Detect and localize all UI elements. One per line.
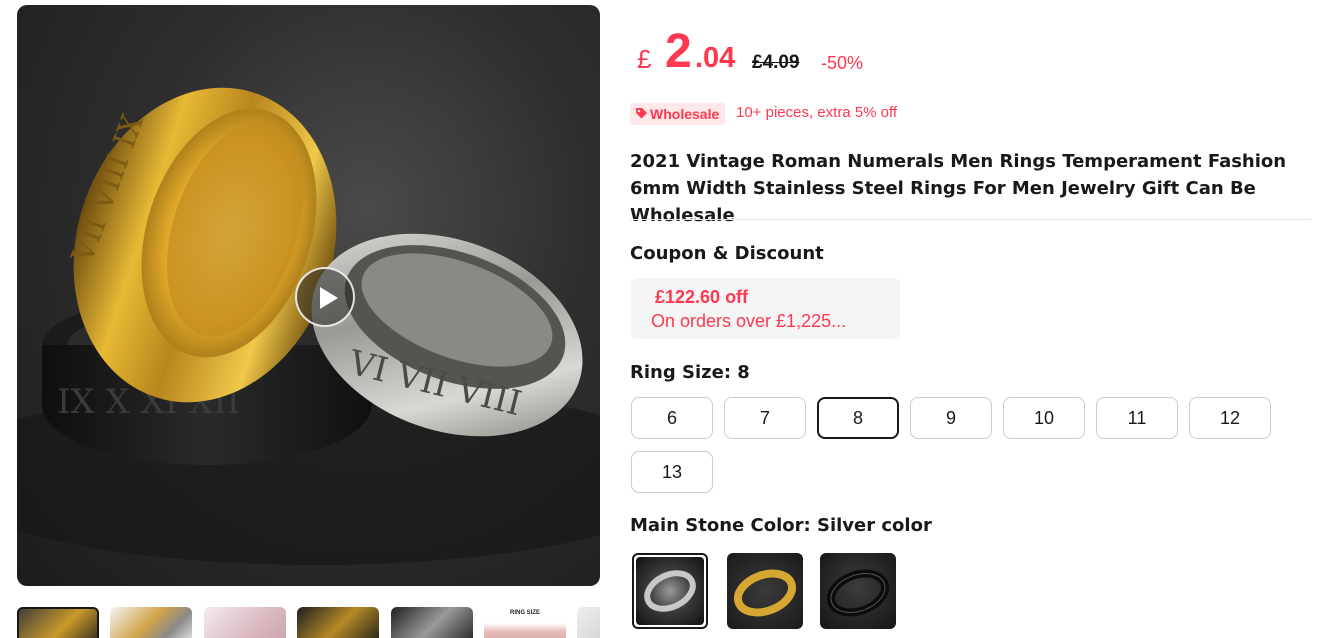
thumbnail-6[interactable]: RING SIZE: [484, 607, 566, 638]
thumbnail-caption: RING SIZE: [509, 610, 540, 616]
color-swatch-black[interactable]: [820, 553, 896, 629]
wholesale-badge-label: Wholesale: [650, 106, 720, 122]
main-product-image[interactable]: IX X XI XII VII VIII IX VI VII VIII: [17, 5, 600, 586]
thumbnail-1[interactable]: [17, 607, 99, 638]
size-option-13[interactable]: 13: [631, 451, 713, 493]
color-swatch-gold[interactable]: [727, 553, 803, 629]
product-title: 2021 Vintage Roman Numerals Men Rings Te…: [630, 151, 1287, 226]
thumbnail-5[interactable]: [391, 607, 473, 638]
original-price: £4.09: [752, 52, 800, 73]
gold-ring-swatch-image: [727, 553, 803, 629]
size-option-11[interactable]: 11: [1096, 397, 1178, 439]
thumbnail-4[interactable]: [297, 607, 379, 638]
discount-percentage: -50%: [821, 53, 864, 73]
size-option-6[interactable]: 6: [631, 397, 713, 439]
size-option-9[interactable]: 9: [910, 397, 992, 439]
size-option-12[interactable]: 12: [1189, 397, 1271, 439]
stone-color-heading: Main Stone Color: Silver color: [630, 515, 932, 536]
coupon-amount: £122.60 off: [655, 287, 749, 307]
play-icon: [320, 287, 338, 309]
coupon-condition: On orders over £1,225...: [651, 311, 847, 331]
size-option-10[interactable]: 10: [1003, 397, 1085, 439]
play-video-button[interactable]: [295, 267, 355, 327]
color-swatch-silver[interactable]: [632, 553, 708, 629]
thumbnail-2[interactable]: [110, 607, 192, 638]
wholesale-offer-text: 10+ pieces, extra 5% off: [736, 104, 898, 121]
divider: [630, 219, 1311, 220]
thumbnail-strip: RING SIZE: [17, 607, 600, 638]
thumbnail-7[interactable]: [577, 607, 600, 638]
silver-ring-swatch-image: [636, 557, 704, 625]
size-option-8[interactable]: 8: [817, 397, 899, 439]
coupon-heading: Coupon & Discount: [630, 243, 824, 264]
black-ring-swatch-image: [820, 553, 896, 629]
ring-size-heading: Ring Size: 8: [630, 362, 750, 383]
wholesale-badge[interactable]: Wholesale: [630, 103, 726, 125]
price-decimal: .04: [695, 42, 736, 74]
coupon-card[interactable]: £122.60 off On orders over £1,225...: [631, 278, 900, 339]
tag-icon: [636, 108, 647, 119]
size-option-7[interactable]: 7: [724, 397, 806, 439]
price-integer: 2: [665, 25, 692, 78]
price-currency-symbol: £: [637, 44, 652, 74]
thumbnail-3[interactable]: [204, 607, 286, 638]
